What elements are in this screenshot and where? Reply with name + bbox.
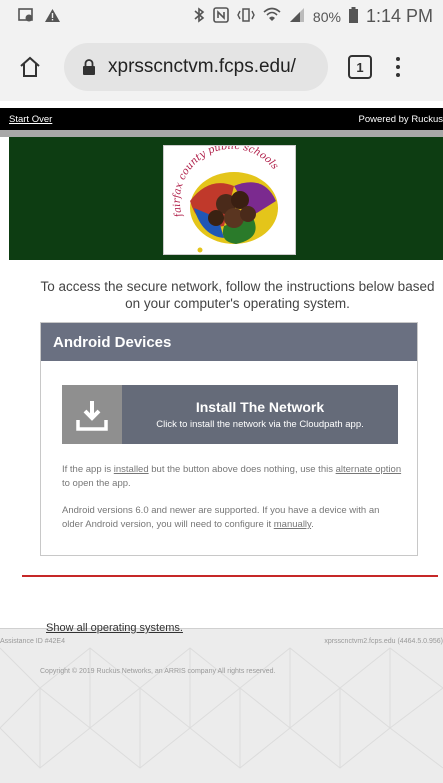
start-over-link[interactable]: Start Over	[9, 114, 52, 125]
assistance-id: Assistance ID #42E4	[0, 638, 65, 645]
status-bar: 80% 1:14 PM	[0, 0, 443, 33]
browser-toolbar: xprsscnctvm.fcps.edu/ 1	[0, 33, 443, 101]
install-subtitle: Click to install the network via the Clo…	[156, 419, 364, 430]
tabs-button[interactable]: 1	[348, 55, 372, 79]
signal-icon	[289, 7, 305, 26]
install-title: Install The Network	[195, 399, 325, 415]
home-icon[interactable]	[16, 53, 44, 81]
overflow-menu-icon[interactable]	[396, 57, 400, 77]
section-divider	[22, 575, 438, 577]
bluetooth-icon	[193, 7, 205, 26]
manually-link[interactable]: manually	[274, 519, 311, 530]
header-divider	[0, 130, 443, 137]
footer-pattern	[0, 647, 443, 769]
school-logo: fairfax county public schools	[163, 145, 296, 255]
installed-link[interactable]: installed	[114, 464, 149, 475]
install-network-button[interactable]: Install The Network Click to install the…	[62, 385, 398, 444]
top-nav: Start Over Powered by Ruckus	[0, 108, 443, 130]
copyright: Copyright © 2019 Ruckus Networks, an ARR…	[40, 668, 276, 675]
panel-title: Android Devices	[41, 323, 417, 361]
photo-icon	[18, 7, 34, 26]
footer: Assistance ID #42E4 xprsscnctvm2.fcps.ed…	[0, 628, 443, 783]
download-icon	[62, 385, 122, 444]
nfc-icon	[213, 7, 229, 26]
clock: 1:14 PM	[365, 6, 433, 26]
battery-icon	[348, 7, 358, 26]
portal-header: fairfax county public schools	[9, 137, 443, 260]
intro-text: To access the secure network, follow the…	[40, 279, 435, 311]
vibrate-icon	[237, 7, 255, 26]
battery-percent: 80%	[312, 8, 341, 25]
wifi-icon	[263, 7, 281, 26]
alternate-option-link[interactable]: alternate option	[336, 464, 402, 475]
warning-icon	[44, 8, 61, 26]
lock-icon	[82, 59, 96, 75]
url-text: xprsscnctvm.fcps.edu/	[108, 56, 296, 77]
powered-by-text: Powered by Ruckus	[358, 113, 443, 125]
android-panel: Android Devices Install The Network Clic…	[40, 322, 418, 556]
version-help-text: Android versions 6.0 and newer are suppo…	[62, 505, 380, 530]
address-bar[interactable]: xprsscnctvm.fcps.edu/	[64, 43, 328, 91]
app-help-text: If the app is installed but the button a…	[62, 464, 402, 489]
show-all-os-link[interactable]: Show all operating systems.	[46, 622, 183, 634]
host-info: xprsscnctvm2.fcps.edu (4464.5.0.956)	[324, 638, 443, 645]
